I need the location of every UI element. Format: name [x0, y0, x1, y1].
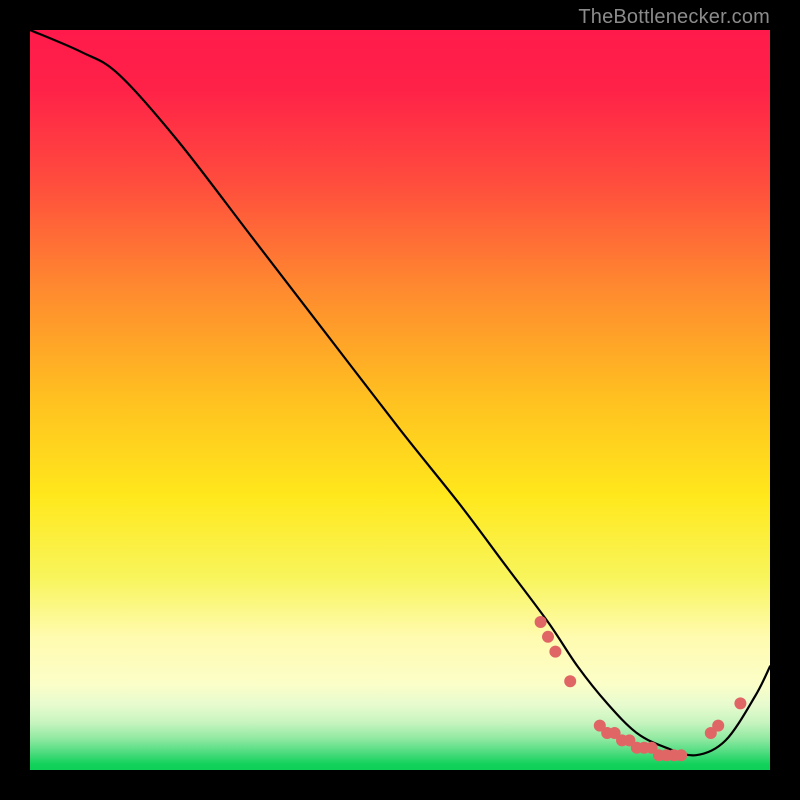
chart-stage: TheBottlenecker.com — [0, 0, 800, 800]
attribution-label: TheBottlenecker.com — [578, 6, 770, 29]
data-marker — [535, 616, 547, 628]
data-marker — [549, 646, 561, 658]
data-marker — [712, 720, 724, 732]
plot-background — [30, 30, 770, 770]
data-marker — [734, 697, 746, 709]
data-marker — [542, 631, 554, 643]
data-marker — [675, 749, 687, 761]
data-marker — [564, 675, 576, 687]
bottleneck-chart — [30, 30, 770, 770]
